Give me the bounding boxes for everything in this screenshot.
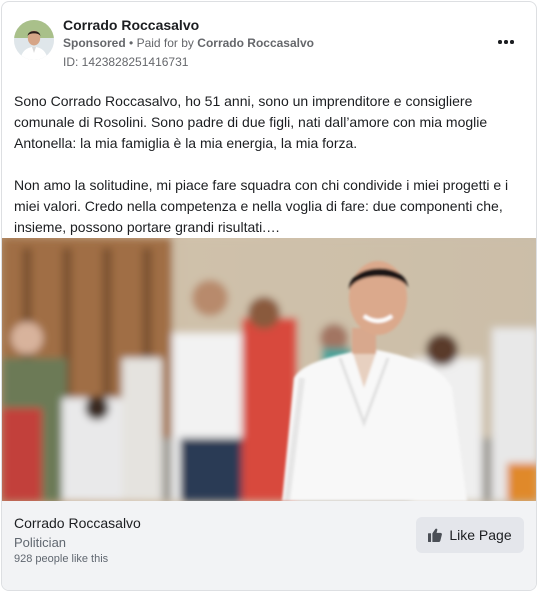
page-name[interactable]: Corrado Roccasalvo <box>63 17 199 33</box>
post-paragraph: Sono Corrado Roccasalvo, ho 51 anni, son… <box>14 93 488 151</box>
sponsor-line: Sponsored • Paid for by Corrado Roccasal… <box>63 36 314 50</box>
more-options-button[interactable] <box>494 32 518 52</box>
ad-card: Corrado Roccasalvo Sponsored • Paid for … <box>1 1 537 591</box>
ad-id: ID: 1423828251416731 <box>63 55 189 69</box>
photo <box>2 238 536 501</box>
page-footer: Corrado Roccasalvo Politician 928 people… <box>2 501 536 590</box>
post-text: Sono Corrado Roccasalvo, ho 51 anni, son… <box>14 91 520 238</box>
separator: • <box>129 36 134 50</box>
paid-for-prefix: Paid for by <box>136 36 194 50</box>
thumbs-up-icon <box>428 528 443 542</box>
footer-page-name[interactable]: Corrado Roccasalvo <box>14 515 141 531</box>
post-image[interactable] <box>2 238 536 501</box>
post-paragraph: Non amo la solitudine, mi piace fare squ… <box>14 177 509 235</box>
avatar[interactable] <box>14 20 54 60</box>
more-horizontal-icon <box>498 40 502 44</box>
like-page-button[interactable]: Like Page <box>416 517 524 553</box>
post-header: Corrado Roccasalvo Sponsored • Paid for … <box>2 2 536 82</box>
sponsored-label: Sponsored <box>63 36 126 50</box>
footer-likes-count: 928 people like this <box>14 553 109 565</box>
footer-category: Politician <box>14 535 67 550</box>
paid-for-name: Corrado Roccasalvo <box>197 36 314 50</box>
like-page-label: Like Page <box>449 527 512 543</box>
avatar-image <box>14 20 54 60</box>
